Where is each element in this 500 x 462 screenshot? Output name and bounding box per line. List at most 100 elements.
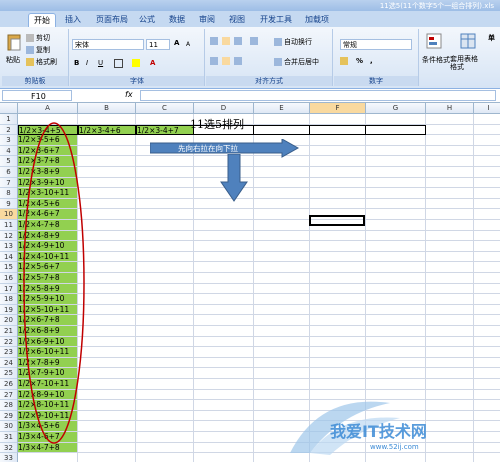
cell-d20[interactable] [194,315,254,326]
cell-i4[interactable] [474,146,500,157]
cell-e23[interactable] [254,347,310,358]
cell-i24[interactable] [474,358,500,369]
cell-f9[interactable] [310,198,366,210]
cell-h19[interactable] [426,304,474,316]
cell-f7[interactable] [310,177,366,189]
cell-g19[interactable] [366,304,426,316]
bold-button[interactable]: B [74,59,79,67]
cell-h8[interactable] [426,188,474,199]
cell-f25[interactable] [310,368,366,379]
border-button[interactable] [114,59,125,68]
cell-d18[interactable] [194,294,254,305]
conditional-format-button[interactable] [426,33,442,51]
tab-page-layout[interactable]: 页面布局 [92,13,132,26]
formula-input[interactable] [140,90,496,101]
row-header-33[interactable]: 33 [0,453,18,462]
shrink-font-button[interactable]: A [186,41,190,48]
column-header-g[interactable]: G [366,103,426,114]
selected-cell-f10[interactable] [309,215,365,226]
cell-i3[interactable] [474,135,500,146]
cell-d21[interactable] [194,326,254,337]
cell-c18[interactable] [136,294,194,305]
cell-b33[interactable] [78,453,136,462]
cell-f20[interactable] [310,315,366,326]
cell-e12[interactable] [254,230,310,242]
cell-i20[interactable] [474,315,500,326]
currency-button[interactable] [340,57,350,65]
cell-c29[interactable] [136,410,194,422]
cell-g10[interactable] [366,209,426,220]
cell-d31[interactable] [194,432,254,443]
cell-f2[interactable] [310,124,366,136]
worksheet-grid[interactable]: ABCDEFGHI 1 2 1/2×3-4+5 1/2×3-4+6 1/2×3-4+7 3… [0,103,500,462]
cell-i14[interactable] [474,252,500,263]
italic-button[interactable]: I [86,59,88,67]
font-name-select[interactable]: 宋体 [72,39,144,50]
cell-h13[interactable] [426,241,474,252]
cell-g24[interactable] [366,357,426,369]
cell-g13[interactable] [366,241,426,252]
cell-h6[interactable] [426,167,474,178]
cell-e13[interactable] [254,241,310,252]
cell-h1[interactable] [426,114,474,125]
cell-d33[interactable] [194,453,254,462]
cell-e16[interactable] [254,273,310,284]
column-header-i[interactable]: I [474,103,500,114]
cell-g5[interactable] [366,156,426,167]
cell-h15[interactable] [426,262,474,273]
cell-i12[interactable] [474,231,500,242]
cell-d29[interactable] [194,410,254,422]
column-header-h[interactable]: H [426,103,474,114]
orientation-button[interactable] [250,37,260,45]
fx-icon[interactable]: fx [125,90,133,99]
cell-c23[interactable] [136,347,194,358]
cell-g17[interactable] [366,283,426,295]
cell-g15[interactable] [366,262,426,273]
cell-styles-button[interactable]: 单 [488,33,495,43]
cell-d28[interactable] [194,400,254,411]
cell-d12[interactable] [194,230,254,242]
cell-h14[interactable] [426,251,474,263]
cell-c25[interactable] [136,368,194,379]
cell-c9[interactable] [136,198,194,210]
cell-f1[interactable] [310,114,366,125]
cell-c19[interactable] [136,304,194,316]
format-as-table-button[interactable] [460,33,476,51]
cell-c14[interactable] [136,251,194,263]
cell-f19[interactable] [310,304,366,316]
tab-insert[interactable]: 插入 [60,13,86,26]
cell-h10[interactable] [426,209,474,220]
cell-i25[interactable] [474,368,500,379]
cell-c8[interactable] [136,188,194,199]
cell-e24[interactable] [254,357,310,369]
cell-c6[interactable] [136,167,194,178]
cell-h20[interactable] [426,315,474,326]
cell-c22[interactable] [136,336,194,348]
cell-f18[interactable] [310,294,366,305]
cell-h24[interactable] [426,357,474,369]
cell-g9[interactable] [366,198,426,210]
cell-f8[interactable] [310,188,366,199]
cell-e10[interactable] [254,209,310,220]
tab-developer[interactable]: 开发工具 [256,13,296,26]
cell-e6[interactable] [254,167,310,178]
cut-button[interactable]: 剪切 [26,33,50,43]
cell-g25[interactable] [366,368,426,379]
cell-g11[interactable] [366,220,426,231]
cell-h23[interactable] [426,347,474,358]
align-left-button[interactable] [210,57,220,65]
cell-e20[interactable] [254,315,310,326]
cell-d23[interactable] [194,347,254,358]
paste-button[interactable] [6,33,22,53]
cell-c13[interactable] [136,241,194,252]
cell-i9[interactable] [474,199,500,210]
cell-f12[interactable] [310,230,366,242]
column-header-d[interactable]: D [194,103,254,114]
cell-g21[interactable] [366,326,426,337]
cell-c24[interactable] [136,357,194,369]
cell-d32[interactable] [194,442,254,454]
cell-i16[interactable] [474,273,500,284]
cell-f17[interactable] [310,283,366,295]
cell-h3[interactable] [426,135,474,146]
cell-e19[interactable] [254,304,310,316]
